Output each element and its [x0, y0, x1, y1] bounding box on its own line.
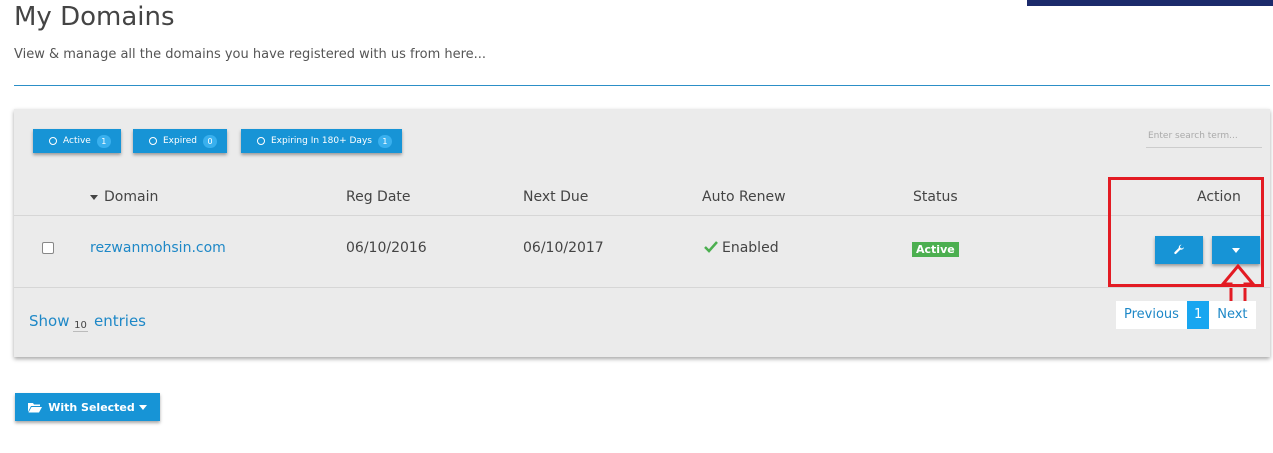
page-subtitle: View & manage all the domains you have r…: [14, 47, 487, 62]
column-header-auto-renew[interactable]: Auto Renew: [702, 189, 786, 205]
radio-icon: [257, 137, 265, 145]
column-header-next-due[interactable]: Next Due: [523, 189, 588, 205]
with-selected-label: With Selected: [48, 400, 135, 414]
table-header-divider: [14, 215, 1270, 216]
column-header-status[interactable]: Status: [913, 189, 958, 205]
column-header-domain[interactable]: Domain: [90, 189, 158, 205]
filter-label: Expired: [163, 136, 197, 146]
filter-label: Expiring In 180+ Days: [271, 136, 372, 146]
row-select-checkbox[interactable]: [42, 242, 54, 254]
table-row-divider: [14, 287, 1270, 288]
pagination-page-current[interactable]: 1: [1186, 301, 1210, 329]
domains-panel: Active 1 Expired 0 Expiring In 180+ Days…: [14, 109, 1270, 357]
header-divider: [14, 85, 1270, 86]
table-row-domain[interactable]: rezwanmohsin.com: [90, 240, 226, 256]
radio-icon: [149, 137, 157, 145]
show-label: Show: [29, 312, 70, 330]
filter-count-badge: 1: [96, 134, 111, 148]
search-input[interactable]: [1146, 125, 1262, 148]
pagination-previous[interactable]: Previous: [1116, 301, 1187, 329]
pagination: Previous 1 Next: [1116, 301, 1256, 329]
top-nav-strip: [1027, 0, 1273, 6]
filter-active-button[interactable]: Active 1: [33, 129, 121, 153]
pagination-next[interactable]: Next: [1209, 301, 1255, 329]
radio-icon: [49, 137, 57, 145]
caret-down-icon: [138, 404, 147, 410]
filter-count-badge: 1: [377, 134, 392, 148]
table-row-reg-date: 06/10/2016: [346, 240, 427, 256]
folder-open-icon: [28, 402, 43, 412]
filter-expired-button[interactable]: Expired 0: [133, 129, 227, 153]
entries-label: entries: [94, 312, 146, 330]
table-row-auto-renew: Enabled: [704, 240, 779, 256]
page-title: My Domains: [14, 2, 175, 32]
entries-per-page-select[interactable]: 10: [73, 320, 88, 332]
check-icon: [704, 241, 718, 253]
sort-caret-icon: [90, 194, 98, 200]
filter-expiring-button[interactable]: Expiring In 180+ Days 1: [241, 129, 402, 153]
filter-count-badge: 0: [202, 134, 217, 148]
status-badge: Active: [912, 242, 959, 257]
column-header-reg-date[interactable]: Reg Date: [346, 189, 411, 205]
with-selected-button[interactable]: With Selected: [15, 393, 160, 421]
domain-link[interactable]: rezwanmohsin.com: [90, 240, 226, 256]
table-row-next-due: 06/10/2017: [523, 240, 604, 256]
filter-label: Active: [63, 136, 91, 146]
